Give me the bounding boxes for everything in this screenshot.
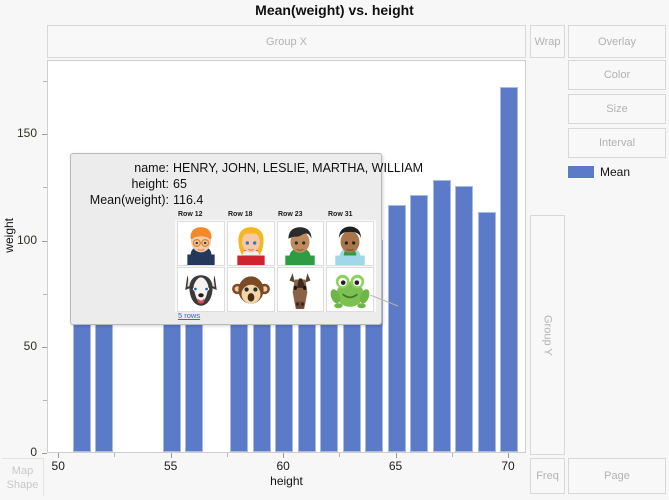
- tooltip-row-name: name: HENRY, JOHN, LESLIE, MARTHA, WILLI…: [77, 160, 423, 176]
- data-tooltip: name: HENRY, JOHN, LESLIE, MARTHA, WILLI…: [70, 153, 423, 325]
- tick-mark: [58, 453, 60, 458]
- y-axis-tick-label: 100: [16, 232, 37, 247]
- bar[interactable]: [410, 194, 429, 452]
- dropzone-size[interactable]: Size: [568, 94, 666, 124]
- tick-mark: [395, 453, 397, 458]
- bar[interactable]: [342, 320, 361, 452]
- tooltip-row-mean-weight: Mean(weight): 116.4: [77, 192, 375, 208]
- tick-mark: [114, 453, 116, 457]
- tick-mark: [283, 453, 285, 458]
- dropzone-page[interactable]: Page: [568, 458, 666, 494]
- dropzone-group-y[interactable]: Group Y: [530, 215, 565, 455]
- monkey-avatar-icon: [226, 267, 275, 312]
- dropzone-interval-label: Interval: [598, 137, 636, 149]
- tooltip-thumbnail-row-2: [175, 266, 376, 312]
- y-axis: 0 50 100 150: [0, 60, 47, 459]
- bar[interactable]: [387, 204, 406, 452]
- y-axis-tick-label: 150: [16, 126, 37, 141]
- bar[interactable]: [432, 180, 451, 452]
- bar[interactable]: [275, 320, 294, 452]
- dropzone-overlay-label: Overlay: [598, 35, 636, 48]
- tick-mark: [339, 453, 341, 457]
- tick-mark: [451, 453, 453, 457]
- x-axis-tick-label: 50: [51, 459, 65, 473]
- girl-blonde-avatar-icon: [226, 221, 275, 266]
- dropzone-group-x-label: Group X: [266, 35, 307, 48]
- tooltip-value-name: HENRY, JOHN, LESLIE, MARTHA, WILLIAM: [173, 161, 424, 175]
- bar[interactable]: [455, 186, 474, 452]
- tooltip-col-header-1: Row 18: [228, 211, 253, 218]
- y-axis-tick-label: 0: [30, 445, 37, 459]
- tooltip-row-height: height: 65: [77, 176, 375, 192]
- tick-mark: [508, 453, 509, 458]
- tooltip-key-height: height:: [131, 177, 169, 191]
- tooltip-key-mean-weight: Mean(weight):: [89, 193, 169, 207]
- bar[interactable]: [297, 320, 316, 452]
- husky-dog-avatar-icon: [177, 267, 225, 312]
- bar[interactable]: [477, 211, 496, 452]
- dropzone-wrap-label: Wrap: [534, 35, 561, 48]
- legend-swatch-mean: [568, 166, 594, 178]
- x-axis-tick-label: 60: [276, 459, 290, 473]
- frog-avatar-icon: [326, 267, 374, 312]
- tooltip-value-height: 65: [173, 177, 187, 191]
- bar[interactable]: [230, 320, 249, 452]
- bar[interactable]: [500, 86, 518, 452]
- y-axis-tick-label: 50: [23, 338, 37, 353]
- horse-avatar-icon: [276, 267, 325, 312]
- bar[interactable]: [95, 320, 114, 452]
- tooltip-value-mean-weight: 116.4: [173, 193, 204, 207]
- tooltip-thumbnail-row-1: [175, 220, 376, 266]
- bar[interactable]: [320, 320, 339, 452]
- tooltip-col-header-3: Row 31: [328, 211, 353, 218]
- tooltip-thumbnail-table: Row 12 Row 18 Row 23 Row 31: [175, 209, 376, 312]
- x-axis-tick-label: 55: [163, 459, 178, 473]
- tick-mark: [170, 453, 172, 458]
- dropzone-overlay[interactable]: Overlay: [568, 25, 666, 58]
- x-axis: 50 55 60 65 70: [47, 453, 526, 473]
- tooltip-text-lines: name: HENRY, JOHN, LESLIE, MARTHA, WILLI…: [71, 154, 423, 210]
- tooltip-col-header-2: Row 23: [278, 211, 303, 218]
- tooltip-leader-line: [370, 295, 398, 307]
- boy-short-hair-avatar-icon: [326, 221, 374, 266]
- dropzone-color-label: Color: [603, 69, 631, 81]
- tooltip-rows-link[interactable]: 5 rows: [178, 311, 200, 320]
- tooltip-key-name: name:: [134, 161, 169, 175]
- bar[interactable]: [185, 320, 204, 452]
- x-axis-tick-label: 70: [501, 459, 515, 473]
- dropzone-interval[interactable]: Interval: [568, 128, 666, 158]
- tooltip-col-header-0: Row 12: [178, 211, 203, 218]
- x-axis-tick-label: 65: [388, 459, 403, 473]
- x-axis-label: height: [270, 474, 303, 488]
- legend-label-mean: Mean: [600, 165, 631, 179]
- dropzone-group-y-label: Group Y: [541, 314, 554, 356]
- dropzone-color[interactable]: Color: [568, 60, 666, 90]
- tick-mark: [226, 453, 228, 457]
- dropzone-wrap[interactable]: Wrap: [530, 25, 565, 58]
- legend: Mean: [568, 165, 630, 179]
- dropzone-size-label: Size: [606, 103, 628, 115]
- boy-glasses-avatar-icon: [177, 221, 225, 266]
- boy-dark-hair-avatar-icon: [276, 221, 325, 266]
- bar[interactable]: [252, 320, 271, 452]
- dropzone-group-x[interactable]: Group X: [47, 25, 526, 58]
- page-title: Mean(weight) vs. height: [255, 2, 414, 18]
- dropzone-page-label: Page: [604, 470, 630, 482]
- bar[interactable]: [162, 320, 181, 452]
- tooltip-table-header: Row 12 Row 18 Row 23 Row 31: [175, 209, 376, 220]
